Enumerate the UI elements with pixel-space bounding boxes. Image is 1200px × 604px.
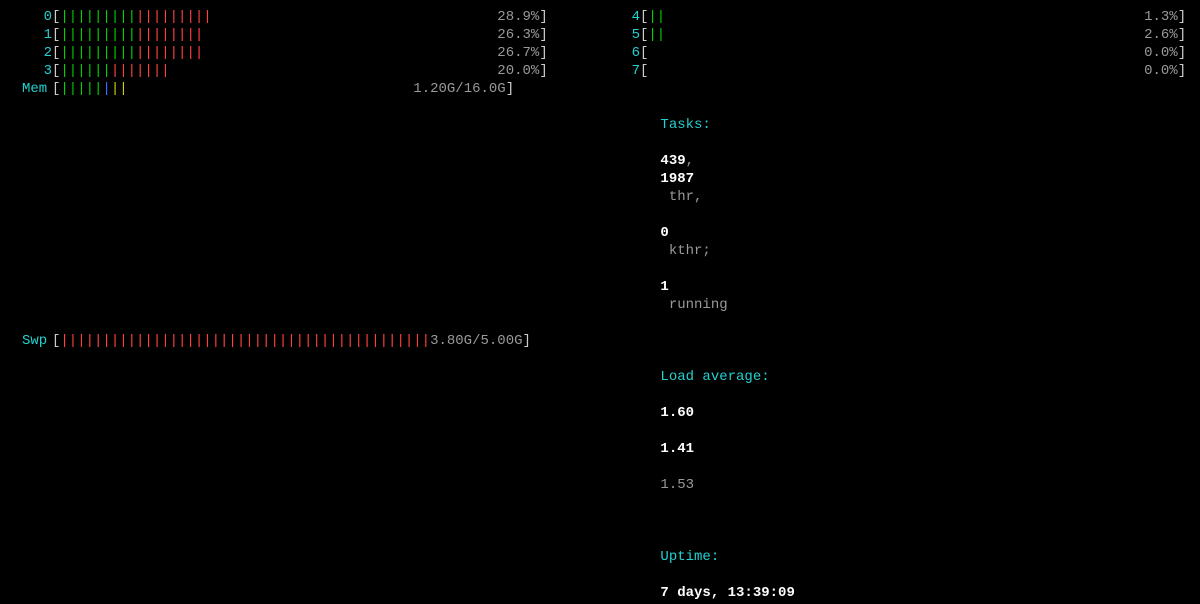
swp-meter: ||||||||||||||||||||||||||||||||||||||||… xyxy=(60,332,430,512)
uptime-row: Uptime: 7 days, 13:39:09 xyxy=(10,512,1190,604)
cpu-label: 0 xyxy=(10,8,52,26)
loadavg-line: Load average: 1.60 1.41 1.53 xyxy=(610,332,1190,512)
cpu-meter-row: 2[||||||||||||||||| 26.7%]6[ 0.0%] xyxy=(10,44,1190,62)
cpu-label: 7 xyxy=(610,62,640,80)
htop-screen[interactable]: 0[|||||||||||||||||| 28.9%]4[|| 1.3%]1[|… xyxy=(0,0,1200,604)
mem-meter: |||||||| xyxy=(60,80,127,332)
mem-label: Mem xyxy=(10,80,52,332)
swp-text: 3.80G/5.00G xyxy=(430,332,522,512)
cpu-meter-row: 1[||||||||||||||||| 26.3%]5[|| 2.6%] xyxy=(10,26,1190,44)
tasks-line: Tasks: 439, 1987 thr, 0 kthr; 1 running xyxy=(610,80,1190,332)
swp-label: Swp xyxy=(10,332,52,512)
cpu-label: 2 xyxy=(10,44,52,62)
swp-load-row: Swp [ ||||||||||||||||||||||||||||||||||… xyxy=(10,332,1190,512)
cpu-label: 4 xyxy=(610,8,640,26)
mem-text: 1.20G/16.0G xyxy=(128,80,506,332)
cpu-label: 6 xyxy=(610,44,640,62)
cpu-meter-row: 0[|||||||||||||||||| 28.9%]4[|| 1.3%] xyxy=(10,8,1190,26)
cpu-label: 3 xyxy=(10,62,52,80)
meters-area: 0[|||||||||||||||||| 28.9%]4[|| 1.3%]1[|… xyxy=(10,8,1190,80)
cpu-meter-row: 3[||||||||||||| 20.0%]7[ 0.0%] xyxy=(10,62,1190,80)
cpu-label: 5 xyxy=(610,26,640,44)
mem-tasks-row: Mem [ |||||||| 1.20G/16.0G ] Tasks: 439,… xyxy=(10,80,1190,332)
cpu-label: 1 xyxy=(10,26,52,44)
